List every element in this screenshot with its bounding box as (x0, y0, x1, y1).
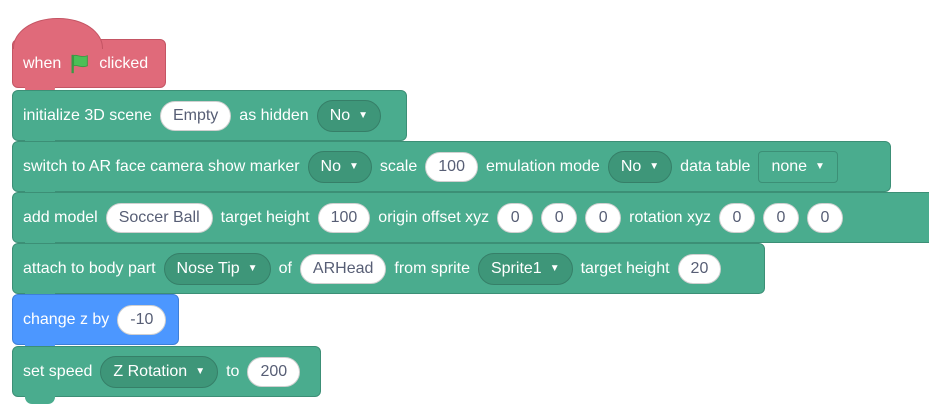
caret-down-icon: ▼ (195, 366, 206, 377)
of-label: of (278, 259, 292, 277)
target-input[interactable]: ARHead (299, 253, 387, 284)
hidden-value: No (329, 106, 351, 124)
init-label: initialize 3D scene (23, 106, 152, 124)
origin-x-input[interactable]: 0 (497, 202, 534, 233)
body-part-dropdown[interactable]: Nose Tip ▼ (163, 252, 271, 285)
caret-down-icon: ▼ (349, 161, 359, 172)
marker-dropdown[interactable]: No ▼ (307, 150, 372, 183)
to-label: to (226, 362, 240, 380)
caret-down-icon: ▼ (649, 161, 660, 172)
speed-property-dropdown[interactable]: Z Rotation ▼ (100, 355, 219, 388)
data-table-value: none (771, 157, 808, 175)
clicked-label: clicked (99, 54, 149, 72)
change-z-input[interactable]: -10 (117, 304, 167, 335)
origin-offset-label: origin offset xyz (378, 208, 490, 226)
attach-height-input[interactable]: 20 (677, 253, 722, 284)
rotation-xyz-label: rotation xyz (629, 208, 711, 226)
as-hidden-label: as hidden (239, 106, 309, 124)
caret-down-icon: ▼ (358, 110, 369, 121)
target-height-input[interactable]: 100 (317, 202, 371, 233)
sprite-value: Sprite1 (490, 259, 542, 277)
change-z-block[interactable]: change z by -10 (12, 294, 179, 352)
green-flag-icon (71, 54, 89, 73)
rotation-x-input[interactable]: 0 (718, 202, 755, 233)
change-z-label: change z by (23, 310, 110, 328)
attach-label: attach to body part (23, 259, 156, 277)
add-model-block[interactable]: add model Soccer Ball target height 100 … (12, 192, 929, 250)
block-notch (25, 396, 55, 404)
marker-value: No (320, 157, 341, 175)
origin-y-input[interactable]: 0 (541, 202, 578, 233)
hidden-dropdown[interactable]: No ▼ (316, 99, 382, 132)
attach-to-body-part-block[interactable]: attach to body part Nose Tip ▼ of ARHead … (12, 243, 765, 301)
set-speed-block[interactable]: set speed Z Rotation ▼ to 200 (12, 346, 321, 404)
caret-down-icon: ▼ (549, 263, 560, 274)
when-label: when (23, 54, 62, 72)
body-part-value: Nose Tip (176, 259, 240, 277)
when-flag-clicked-block[interactable]: when clicked (12, 18, 166, 95)
rotation-y-input[interactable]: 0 (762, 202, 799, 233)
set-speed-label: set speed (23, 362, 93, 380)
scale-label: scale (379, 157, 418, 175)
emulation-dropdown[interactable]: No ▼ (607, 150, 673, 183)
from-sprite-label: from sprite (394, 259, 470, 277)
add-model-label: add model (23, 208, 98, 226)
speed-property-value: Z Rotation (113, 362, 188, 380)
hat-cap (13, 18, 103, 49)
rotation-z-input[interactable]: 0 (806, 202, 843, 233)
ar-label: switch to AR face camera show marker (23, 157, 300, 175)
speed-value-input[interactable]: 200 (247, 356, 301, 387)
model-input[interactable]: Soccer Ball (105, 202, 213, 233)
initialize-3d-scene-block[interactable]: initialize 3D scene Empty as hidden No ▼ (12, 90, 407, 148)
attach-target-height-label: target height (580, 259, 670, 277)
emulation-value: No (620, 157, 642, 175)
data-table-dropdown[interactable]: none ▼ (758, 150, 838, 183)
sprite-dropdown[interactable]: Sprite1 ▼ (477, 252, 573, 285)
caret-down-icon: ▼ (815, 161, 825, 172)
emulation-mode-label: emulation mode (485, 157, 600, 175)
target-height-label: target height (220, 208, 310, 226)
origin-z-input[interactable]: 0 (585, 202, 622, 233)
scale-input[interactable]: 100 (425, 151, 478, 182)
caret-down-icon: ▼ (247, 263, 258, 274)
data-table-label: data table (680, 157, 751, 175)
switch-to-ar-face-camera-block[interactable]: switch to AR face camera show marker No ▼… (12, 141, 891, 199)
scene-input[interactable]: Empty (159, 100, 232, 131)
